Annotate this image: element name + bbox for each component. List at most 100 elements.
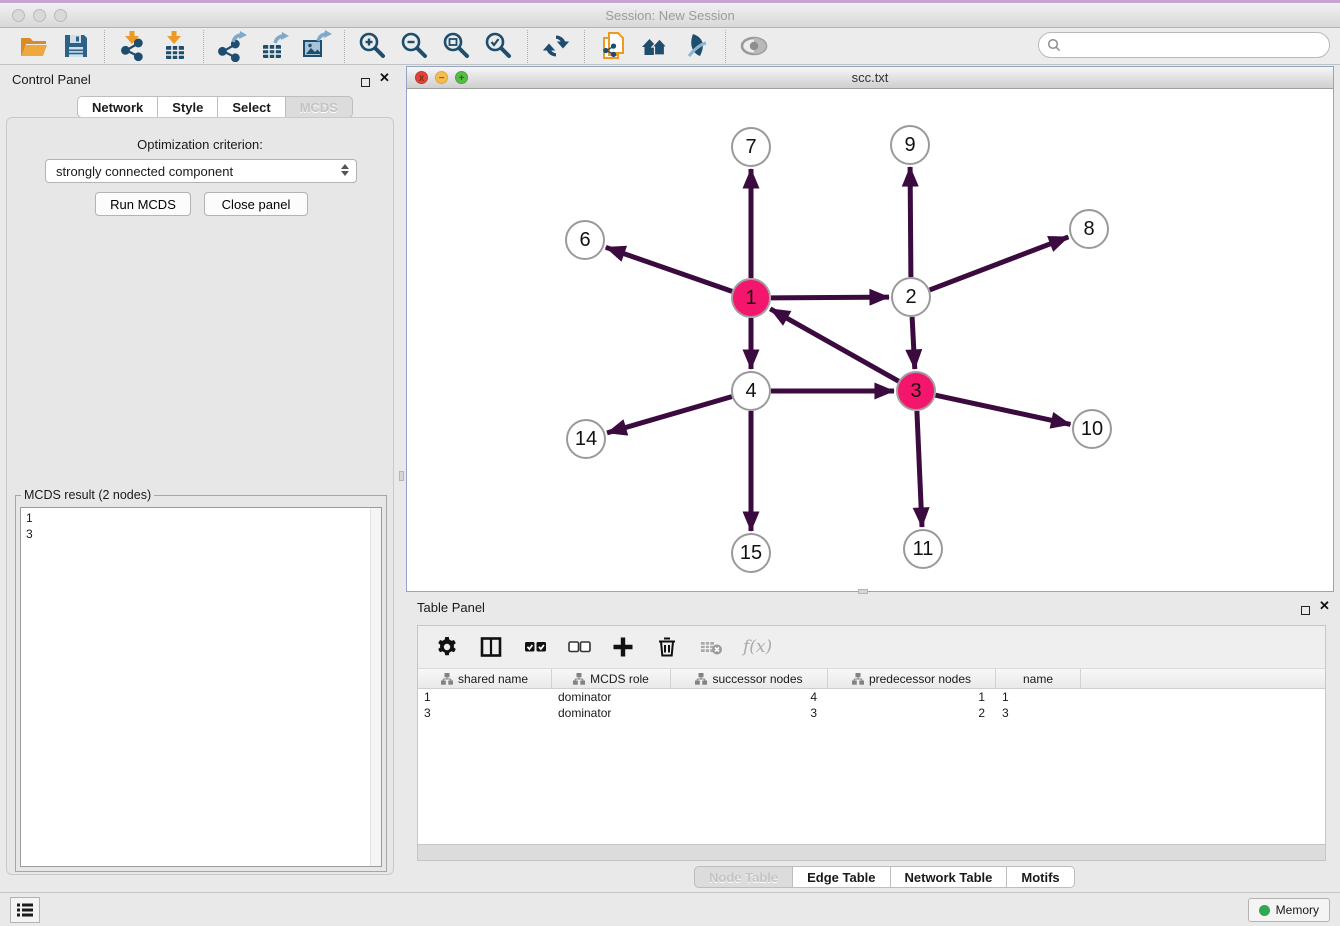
network-maximize-button[interactable]: + — [455, 71, 468, 84]
column-header-successor-nodes[interactable]: successor nodes — [671, 669, 828, 688]
table-panel-close-button[interactable]: ✕ — [1319, 601, 1330, 611]
unchecked-boxes-icon — [567, 635, 591, 659]
network-window-titlebar[interactable]: x − + scc.txt — [407, 67, 1333, 89]
show-hide-button — [737, 30, 771, 62]
tab-edge-table[interactable]: Edge Table — [793, 866, 890, 888]
graph-node-1[interactable]: 1 — [731, 278, 771, 318]
tab-network[interactable]: Network — [77, 96, 158, 118]
control-panel-close-button[interactable]: ✕ — [379, 73, 390, 83]
export-image-button[interactable] — [299, 30, 333, 62]
result-scrollbar[interactable] — [370, 508, 381, 866]
zoom-in-button[interactable] — [356, 30, 390, 62]
table-panel-float-button[interactable] — [1301, 602, 1310, 620]
gear-icon — [435, 635, 459, 659]
network-edges — [407, 89, 1333, 591]
criterion-select[interactable]: strongly connected component — [45, 159, 357, 183]
table-panel-title: Table Panel — [417, 600, 485, 615]
table-row[interactable]: 3dominator323 — [418, 705, 1325, 721]
network-minimize-button[interactable]: − — [435, 71, 448, 84]
save-session-button[interactable] — [59, 30, 93, 62]
memory-button[interactable]: Memory — [1248, 898, 1330, 922]
unselect-all-columns-button[interactable] — [567, 635, 591, 659]
first-neighbors-icon — [639, 30, 671, 62]
tab-network-table[interactable]: Network Table — [891, 866, 1008, 888]
graph-node-4[interactable]: 4 — [731, 371, 771, 411]
columns-icon — [479, 635, 503, 659]
graph-node-9[interactable]: 9 — [890, 125, 930, 165]
zoom-out-button[interactable] — [398, 30, 432, 62]
apply-layout-button[interactable] — [539, 30, 573, 62]
column-header-MCDS-role[interactable]: MCDS role — [552, 669, 671, 688]
tab-node-table[interactable]: Node Table — [694, 866, 793, 888]
table-cell: 1 — [996, 689, 1081, 705]
export-image-icon — [300, 30, 332, 62]
eye-icon — [738, 30, 770, 62]
export-network-button[interactable] — [215, 30, 249, 62]
delete-columns-button[interactable] — [655, 635, 679, 659]
title-bar: Session: New Session — [0, 0, 1340, 28]
new-network-from-selection-button[interactable] — [596, 30, 630, 62]
graph-node-3[interactable]: 3 — [896, 371, 936, 411]
import-table-button[interactable] — [158, 30, 192, 62]
graph-node-8[interactable]: 8 — [1069, 209, 1109, 249]
create-column-button[interactable] — [611, 635, 635, 659]
import-network-button[interactable] — [116, 30, 150, 62]
table-cell: dominator — [552, 705, 671, 721]
float-icon — [361, 78, 370, 87]
table-horizontal-scrollbar[interactable] — [417, 845, 1326, 861]
tab-select[interactable]: Select — [218, 96, 285, 118]
table-cell: 1 — [828, 689, 996, 705]
control-panel-float-button[interactable] — [361, 74, 370, 92]
mcds-result-text[interactable]: 1 3 — [20, 507, 382, 867]
tab-motifs[interactable]: Motifs — [1007, 866, 1074, 888]
graph-node-10[interactable]: 10 — [1072, 409, 1112, 449]
graph-node-15[interactable]: 15 — [731, 533, 771, 573]
show-columns-button[interactable] — [479, 635, 503, 659]
graph-node-11[interactable]: 11 — [903, 529, 943, 569]
column-header-shared-name[interactable]: shared name — [418, 669, 552, 688]
open-session-button[interactable] — [17, 30, 51, 62]
table-row[interactable]: 1dominator411 — [418, 689, 1325, 705]
toolbar-group — [204, 30, 344, 62]
close-panel-button[interactable]: Close panel — [204, 192, 308, 216]
column-header-predecessor-nodes[interactable]: predecessor nodes — [828, 669, 996, 688]
toolbar-group — [585, 30, 725, 62]
search-input[interactable] — [1065, 35, 1329, 55]
table-panel-tabs: Node TableEdge TableNetwork TableMotifs — [694, 866, 1075, 888]
optimization-criterion-label: Optimization criterion: — [7, 137, 393, 152]
tab-style[interactable]: Style — [158, 96, 218, 118]
graph-node-2[interactable]: 2 — [891, 277, 931, 317]
apply-style-button[interactable] — [680, 30, 714, 62]
select-all-columns-button[interactable] — [523, 635, 547, 659]
vertical-splitter-handle[interactable] — [399, 471, 404, 481]
first-neighbors-button[interactable] — [638, 30, 672, 62]
import-table-icon — [159, 30, 191, 62]
graph-node-14[interactable]: 14 — [566, 419, 606, 459]
export-table-button[interactable] — [257, 30, 291, 62]
task-history-button[interactable] — [10, 897, 40, 923]
network-canvas[interactable]: 7 9 6 8 1 2 4 3 14 10 15 11 — [407, 89, 1333, 591]
folder-open-icon — [18, 30, 50, 62]
column-header-name[interactable]: name — [996, 669, 1081, 688]
network-close-button[interactable]: x — [415, 71, 428, 84]
tab-mcds[interactable]: MCDS — [286, 96, 353, 118]
application-window: Session: New Session Control Panel ✕ Net… — [0, 0, 1340, 926]
run-mcds-button[interactable]: Run MCDS — [95, 192, 191, 216]
zoom-fit-button[interactable] — [440, 30, 474, 62]
table-toolbar: f(x) — [418, 626, 1325, 669]
list-icon — [15, 901, 35, 919]
column-settings-button[interactable] — [435, 635, 459, 659]
graph-node-6[interactable]: 6 — [565, 220, 605, 260]
toolbar-group — [105, 30, 203, 62]
memory-label: Memory — [1276, 903, 1319, 917]
hierarchy-icon — [695, 673, 707, 685]
toolbar-group — [345, 30, 527, 62]
search-box — [1038, 32, 1330, 58]
graph-node-7[interactable]: 7 — [731, 127, 771, 167]
chevron-updown-icon — [341, 164, 349, 176]
table-cell: 3 — [418, 705, 552, 721]
zoom-selected-button[interactable] — [482, 30, 516, 62]
horizontal-splitter-handle[interactable] — [858, 589, 868, 594]
plus-icon — [611, 635, 635, 659]
checked-boxes-icon — [523, 635, 547, 659]
